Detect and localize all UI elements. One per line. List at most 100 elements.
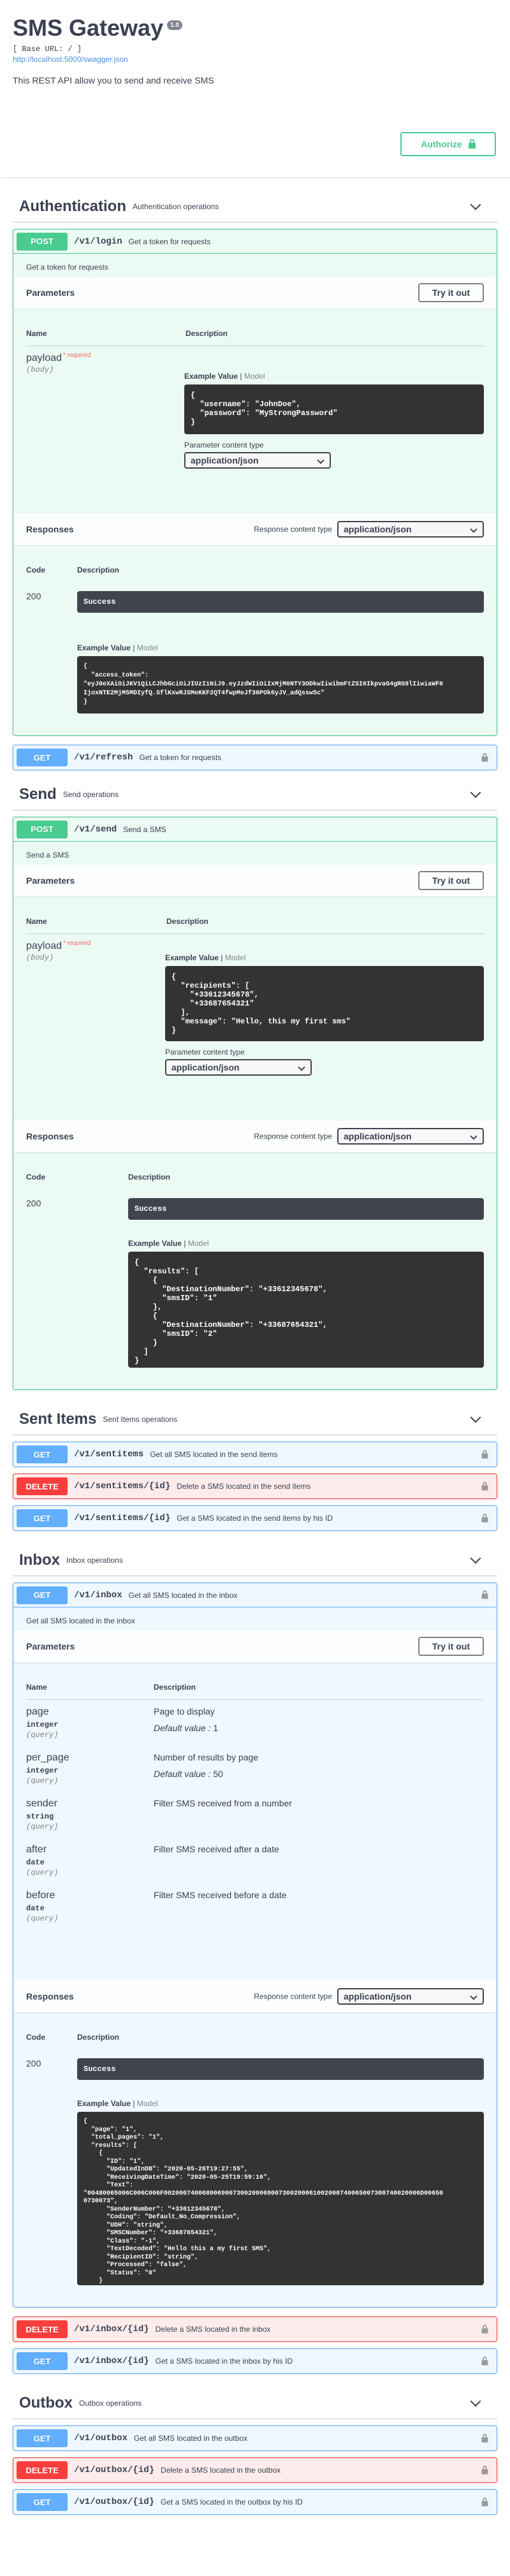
example-value-tab[interactable]: Example Value bbox=[77, 643, 131, 652]
param-type: date bbox=[26, 1858, 45, 1867]
lock-icon[interactable] bbox=[481, 1590, 488, 1599]
model-tab[interactable]: Model bbox=[244, 372, 265, 381]
lock-icon[interactable] bbox=[481, 2356, 488, 2366]
op-path: /v1/inbox/{id} bbox=[74, 2324, 149, 2334]
op-summary-text: Delete a SMS located in the inbox bbox=[155, 2325, 271, 2334]
lock-icon[interactable] bbox=[481, 2324, 488, 2334]
op-get-outbox-id: GET /v1/outbox/{id} Get a SMS located in… bbox=[13, 2489, 497, 2515]
tag-send[interactable]: Send Send operations bbox=[13, 779, 497, 810]
try-it-out-button[interactable]: Try it out bbox=[418, 1637, 484, 1656]
response-content-type-select[interactable]: application/json bbox=[337, 1988, 484, 2005]
op-summary[interactable]: DELETE /v1/outbox/{id} Delete a SMS loca… bbox=[13, 2458, 497, 2482]
op-summary[interactable]: GET /v1/outbox Get all SMS located in th… bbox=[13, 2426, 497, 2450]
op-delete-inbox: DELETE /v1/inbox/{id} Delete a SMS locat… bbox=[13, 2316, 497, 2342]
lock-icon[interactable] bbox=[481, 1481, 488, 1491]
op-summary-text: Get a token for requests bbox=[139, 753, 222, 762]
op-summary-text: Get all SMS located in the outbox bbox=[134, 2434, 248, 2443]
tag-inbox[interactable]: Inbox Inbox operations bbox=[13, 1545, 497, 1576]
response-example-code: { "page": "1", "total_pages": "1", "resu… bbox=[77, 2112, 484, 2285]
op-summary[interactable]: DELETE /v1/sentitems/{id} Delete a SMS l… bbox=[13, 1474, 497, 1498]
op-path: /v1/outbox/{id} bbox=[74, 2465, 155, 2475]
param-type: integer bbox=[26, 1766, 59, 1775]
response-code: 200 bbox=[26, 2058, 41, 2068]
tag-authentication[interactable]: Authentication Authentication operations bbox=[13, 191, 497, 223]
model-tab[interactable]: Model bbox=[188, 1239, 209, 1248]
example-tabs: Example Value | Model bbox=[184, 372, 265, 381]
chevron-down-icon bbox=[470, 1553, 481, 1564]
op-path: /v1/refresh bbox=[74, 752, 133, 763]
param-name: before bbox=[26, 1890, 55, 1901]
param-row: page integer (query) Page to display Default… bbox=[26, 1700, 484, 1746]
op-summary[interactable]: GET /v1/inbox Get all SMS located in the… bbox=[13, 1583, 497, 1607]
op-get-inbox: GET /v1/inbox Get all SMS located in the… bbox=[13, 1583, 497, 2308]
param-name: page bbox=[26, 1706, 49, 1717]
param-default: Default value : 50 bbox=[154, 1769, 223, 1779]
example-value-tab[interactable]: Example Value bbox=[165, 953, 219, 962]
op-summary[interactable]: POST /v1/send Send a SMS bbox=[13, 817, 497, 842]
example-tabs: Example Value | Model bbox=[77, 2099, 158, 2108]
op-path: /v1/send bbox=[74, 824, 117, 835]
example-value-tab[interactable]: Example Value bbox=[128, 1239, 182, 1248]
col-name: Name bbox=[26, 1683, 47, 1692]
response-content-type-select[interactable]: application/json bbox=[337, 1128, 484, 1145]
responses-table-header: Code Description bbox=[26, 2025, 484, 2049]
op-path: /v1/outbox bbox=[74, 2433, 128, 2443]
response-content-type-label: Response content type bbox=[254, 525, 332, 534]
op-summary[interactable]: GET /v1/sentitems Get all SMS located in… bbox=[13, 1442, 497, 1467]
op-get-refresh: GET /v1/refresh Get a token for requests bbox=[13, 745, 497, 770]
param-content-type-select[interactable]: application/json bbox=[184, 452, 331, 469]
op-summary-text: Get a SMS located in the outbox by his I… bbox=[161, 2498, 303, 2506]
tag-sent-items[interactable]: Sent Items Sent Items operations bbox=[13, 1404, 497, 1435]
example-value-tab[interactable]: Example Value bbox=[77, 2099, 131, 2108]
responses-table-header: Code Description bbox=[26, 558, 484, 582]
model-tab[interactable]: Model bbox=[137, 643, 158, 652]
response-code: 200 bbox=[26, 1198, 41, 1208]
parameters-header: Parameters Try it out bbox=[13, 865, 497, 896]
responses-header: Responses Response content type applicati… bbox=[13, 1980, 497, 2012]
response-content-type-label: Response content type bbox=[254, 1132, 332, 1141]
op-post-send: POST /v1/send Send a SMS Send a SMS Para… bbox=[13, 817, 497, 1390]
model-tab[interactable]: Model bbox=[225, 953, 246, 962]
response-content-type-select[interactable]: application/json bbox=[337, 521, 484, 538]
param-in: (query) bbox=[26, 1868, 59, 1877]
authorize-label: Authorize bbox=[421, 139, 462, 149]
param-content-type-label: Parameter content type bbox=[165, 1048, 245, 1057]
op-summary[interactable]: GET /v1/sentitems/{id} Get a SMS located… bbox=[13, 1506, 497, 1530]
parameters-table: Name Description payload * required (body… bbox=[13, 896, 497, 1095]
spec-link[interactable]: http://localhost:5000/swagger.json bbox=[13, 55, 497, 64]
param-default: Default value : 1 bbox=[154, 1723, 219, 1733]
api-info: SMS Gateway 1.0 [ Base URL: / ] http://l… bbox=[0, 0, 510, 111]
op-summary[interactable]: POST /v1/login Get a token for requests bbox=[13, 230, 497, 254]
op-summary[interactable]: DELETE /v1/inbox/{id} Delete a SMS locat… bbox=[13, 2317, 497, 2341]
tag-outbox[interactable]: Outbox Outbox operations bbox=[13, 2388, 497, 2419]
param-content-type-select[interactable]: application/json bbox=[165, 1059, 312, 1076]
op-summary[interactable]: GET /v1/refresh Get a token for requests bbox=[13, 745, 497, 770]
example-tabs: Example Value | Model bbox=[128, 1239, 209, 1248]
lock-icon[interactable] bbox=[481, 2497, 488, 2506]
model-tab[interactable]: Model bbox=[137, 2099, 158, 2108]
op-summary[interactable]: GET /v1/inbox/{id} Get a SMS located in … bbox=[13, 2349, 497, 2373]
op-path: /v1/outbox/{id} bbox=[74, 2497, 155, 2507]
table-header: Name Description bbox=[26, 909, 484, 934]
responses-table: Code Description 200 Success Example Val… bbox=[13, 1152, 497, 1389]
authorize-button[interactable]: Authorize bbox=[400, 132, 496, 156]
lock-icon[interactable] bbox=[481, 1449, 488, 1459]
param-description: Number of results by page bbox=[154, 1752, 259, 1762]
lock-icon[interactable] bbox=[481, 1513, 488, 1523]
lock-icon[interactable] bbox=[481, 752, 488, 762]
op-summary-text: Delete a SMS located in the send items bbox=[177, 1482, 311, 1491]
op-summary[interactable]: GET /v1/outbox/{id} Get a SMS located in… bbox=[13, 2490, 497, 2514]
param-in: (query) bbox=[26, 1731, 59, 1739]
op-get-outbox: GET /v1/outbox Get all SMS located in th… bbox=[13, 2426, 497, 2451]
default-value: 1 bbox=[213, 1723, 219, 1733]
default-label: Default value bbox=[154, 1769, 206, 1779]
example-value-tab[interactable]: Example Value bbox=[184, 372, 238, 381]
default-label: Default value bbox=[154, 1723, 206, 1733]
try-it-out-button[interactable]: Try it out bbox=[418, 871, 484, 890]
example-tabs: Example Value | Model bbox=[165, 953, 246, 962]
col-description: Description bbox=[154, 1683, 196, 1692]
lock-icon[interactable] bbox=[481, 2433, 488, 2443]
try-it-out-button[interactable]: Try it out bbox=[418, 283, 484, 302]
lock-icon[interactable] bbox=[481, 2465, 488, 2475]
col-description: Description bbox=[186, 329, 228, 338]
